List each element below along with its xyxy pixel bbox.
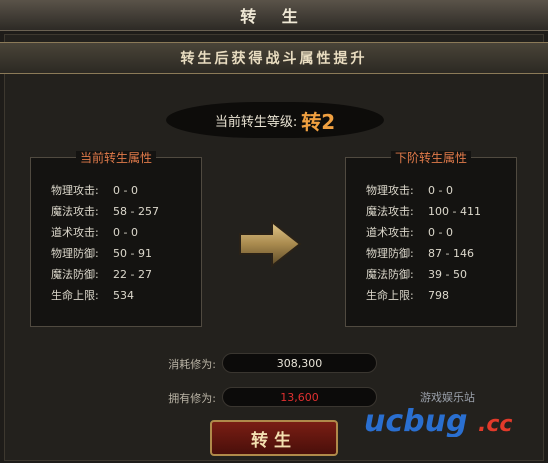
attr-value: 58 - 257 bbox=[113, 205, 159, 218]
svg-text:ucbug: ucbug bbox=[364, 404, 467, 437]
attr-label: 魔法攻击: bbox=[366, 205, 414, 218]
attr-value: 0 - 0 bbox=[113, 184, 138, 197]
attr-label: 物理防御: bbox=[51, 247, 99, 260]
svg-text:.cc: .cc bbox=[478, 412, 512, 437]
current-attr-row: 道术攻击: 0 - 0 bbox=[51, 222, 195, 243]
attr-label: 物理防御: bbox=[366, 247, 414, 260]
consume-label: 消耗修为: bbox=[168, 358, 216, 371]
current-attr-row: 物理攻击: 0 - 0 bbox=[51, 180, 195, 201]
level-value: 转2 bbox=[301, 109, 336, 134]
current-attr-row: 魔法防御: 22 - 27 bbox=[51, 264, 195, 285]
attr-label: 魔法攻击: bbox=[51, 205, 99, 218]
next-attr-row: 生命上限: 798 bbox=[366, 285, 510, 306]
attr-label: 魔法防御: bbox=[51, 268, 99, 281]
own-label: 拥有修为: bbox=[168, 392, 216, 405]
attr-value: 22 - 27 bbox=[113, 268, 152, 281]
next-attr-row: 魔法防御: 39 - 50 bbox=[366, 264, 510, 285]
attr-value: 50 - 91 bbox=[113, 247, 152, 260]
reborn-button[interactable]: 转生 bbox=[210, 420, 338, 456]
attr-value: 39 - 50 bbox=[428, 268, 467, 281]
attr-value: 798 bbox=[428, 289, 449, 302]
subtitle-banner: 转生后获得战斗属性提升 bbox=[0, 42, 548, 74]
next-attr-row: 道术攻击: 0 - 0 bbox=[366, 222, 510, 243]
next-attr-row: 物理防御: 87 - 146 bbox=[366, 243, 510, 264]
next-attributes-panel: 下阶转生属性 物理攻击: 0 - 0 魔法攻击: 100 - 411 道术攻击: 0 … bbox=[345, 151, 517, 327]
current-attr-row: 物理防御: 50 - 91 bbox=[51, 243, 195, 264]
level-label: 当前转生等级: bbox=[214, 114, 298, 130]
consume-value: 308,300 bbox=[222, 353, 377, 373]
attr-label: 魔法防御: bbox=[366, 268, 414, 281]
current-attributes-panel: 当前转生属性 物理攻击: 0 - 0 魔法攻击: 58 - 257 道术攻击: 0 -… bbox=[30, 151, 202, 327]
attr-value: 0 - 0 bbox=[113, 226, 138, 239]
window-title: 转 生 bbox=[0, 0, 548, 31]
attr-label: 生命上限: bbox=[51, 289, 99, 302]
current-attributes-title: 当前转生属性 bbox=[75, 151, 156, 165]
next-attributes-title: 下阶转生属性 bbox=[390, 151, 471, 165]
attr-label: 道术攻击: bbox=[366, 226, 414, 239]
next-attr-row: 魔法攻击: 100 - 411 bbox=[366, 201, 510, 222]
own-value: 13,600 bbox=[222, 387, 377, 407]
svg-text:游戏娱乐站: 游戏娱乐站 bbox=[420, 390, 475, 404]
attr-value: 534 bbox=[113, 289, 134, 302]
attr-label: 道术攻击: bbox=[51, 226, 99, 239]
attr-value: 0 - 0 bbox=[428, 226, 453, 239]
attr-label: 物理攻击: bbox=[51, 184, 99, 197]
level-display: 当前转生等级: 转2 bbox=[166, 100, 384, 140]
current-attr-row: 生命上限: 534 bbox=[51, 285, 195, 306]
attr-value: 100 - 411 bbox=[428, 205, 481, 218]
attr-value: 87 - 146 bbox=[428, 247, 474, 260]
attr-value: 0 - 0 bbox=[428, 184, 453, 197]
watermark-logo: 游戏娱乐站 ucbug .cc bbox=[364, 390, 512, 437]
right-arrow-icon bbox=[239, 219, 302, 269]
attr-label: 物理攻击: bbox=[366, 184, 414, 197]
attr-label: 生命上限: bbox=[366, 289, 414, 302]
current-attr-row: 魔法攻击: 58 - 257 bbox=[51, 201, 195, 222]
next-attr-row: 物理攻击: 0 - 0 bbox=[366, 180, 510, 201]
